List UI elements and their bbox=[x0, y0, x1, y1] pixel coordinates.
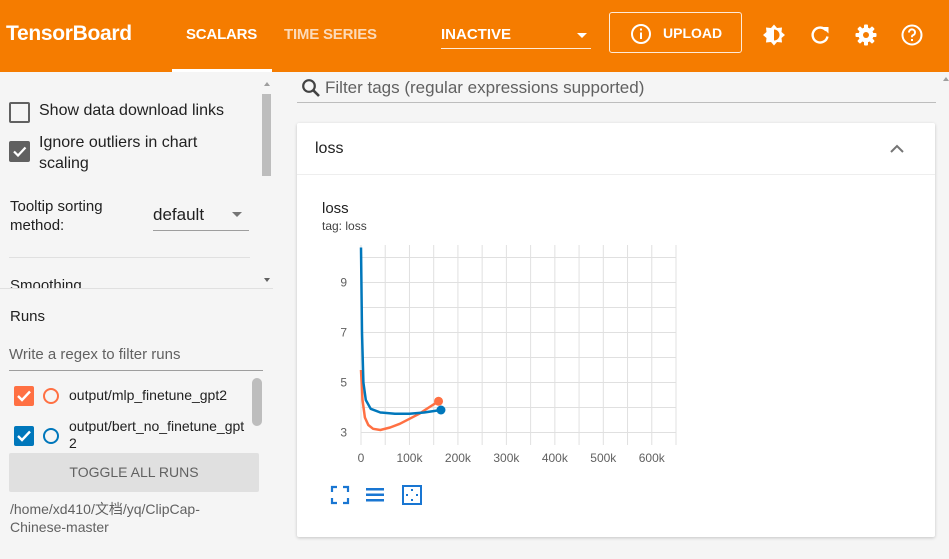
x-tick-label: 100k bbox=[396, 451, 423, 465]
x-tick-label: 300k bbox=[493, 451, 520, 465]
log-directory-path: /home/xd410/文档/yq/ClipCap-Chinese-master bbox=[10, 501, 200, 535]
series-endpoint-2 bbox=[436, 405, 446, 415]
ignore-outliers-label: Ignore outliers in chart scaling bbox=[39, 134, 198, 172]
run-item[interactable]: output/bert_no_finetune_gpt2 bbox=[14, 418, 247, 452]
chevron-down-icon bbox=[577, 33, 587, 38]
run-label: output/mlp_finetune_gpt2 bbox=[69, 387, 228, 403]
smoothing-label: Smoothing bbox=[10, 277, 82, 288]
series-line-1 bbox=[359, 369, 440, 432]
divider bbox=[9, 257, 250, 258]
run-color-swatch[interactable] bbox=[43, 388, 59, 404]
y-tick-label: 3 bbox=[340, 426, 347, 440]
tag-filter[interactable] bbox=[297, 72, 936, 103]
check-icon bbox=[17, 390, 31, 402]
series-line-2 bbox=[359, 247, 442, 416]
show-download-links-checkbox[interactable] bbox=[9, 102, 30, 123]
tab-time-series[interactable]: TIME SERIES bbox=[284, 26, 377, 43]
runs-filter-input[interactable] bbox=[9, 344, 263, 363]
reload-icon[interactable] bbox=[808, 23, 832, 47]
tab-scalars[interactable]: SCALARS bbox=[186, 26, 257, 43]
help-icon[interactable] bbox=[900, 23, 924, 47]
run-color-swatch[interactable] bbox=[43, 428, 59, 444]
fullscreen-icon[interactable] bbox=[329, 484, 351, 506]
show-download-links-label: Show data download links bbox=[39, 102, 225, 119]
settings-icon[interactable] bbox=[854, 23, 878, 47]
tag-filter-input[interactable] bbox=[325, 78, 925, 98]
run-label: output/bert_no_finetune_gpt2 bbox=[69, 418, 245, 451]
scroll-up-arrow[interactable] bbox=[264, 82, 270, 86]
search-icon bbox=[302, 79, 320, 97]
run-checkbox[interactable] bbox=[14, 386, 34, 406]
inactive-plugins-value: INACTIVE bbox=[441, 26, 512, 43]
y-tick-label: 7 bbox=[340, 326, 347, 340]
tag-group-card: loss loss tag: loss 0 100k 200k 300k 400k 500… bbox=[297, 123, 935, 537]
tag-group-header[interactable]: loss bbox=[297, 123, 935, 175]
x-tick-label: 600k bbox=[639, 451, 666, 465]
theme-toggle-icon[interactable] bbox=[762, 23, 786, 47]
divider bbox=[0, 288, 273, 289]
x-tick-label: 400k bbox=[542, 451, 569, 465]
upload-label: UPLOAD bbox=[663, 25, 723, 41]
app-brand: TensorBoard bbox=[6, 22, 132, 45]
series-endpoint-1 bbox=[434, 396, 444, 406]
inactive-plugins-dropdown[interactable]: INACTIVE bbox=[441, 18, 591, 49]
runs-scrollbar-thumb[interactable] bbox=[252, 378, 262, 426]
settings-scrollbar-thumb[interactable] bbox=[262, 94, 271, 176]
run-item[interactable]: output/mlp_finetune_gpt2 bbox=[14, 386, 249, 406]
x-tick-label: 500k bbox=[590, 451, 617, 465]
runs-filter[interactable] bbox=[9, 344, 263, 371]
main-content: loss loss tag: loss 0 100k 200k 300k 400k 500… bbox=[273, 72, 949, 559]
chevron-up-icon[interactable] bbox=[889, 143, 905, 155]
x-tick-label: 0 bbox=[358, 451, 365, 465]
info-icon bbox=[631, 24, 651, 44]
check-icon bbox=[13, 146, 27, 158]
chevron-down-icon bbox=[232, 212, 242, 217]
scroll-up-arrow[interactable] bbox=[943, 76, 949, 82]
tooltip-sorting-dropdown[interactable]: default bbox=[153, 202, 249, 231]
run-checkbox[interactable] bbox=[14, 426, 34, 446]
chart-tag: tag: loss bbox=[322, 219, 367, 233]
tooltip-sorting-value: default bbox=[153, 205, 205, 224]
sidebar: Show data download links Ignore outliers… bbox=[0, 72, 273, 559]
upload-button[interactable]: UPLOAD bbox=[609, 12, 742, 53]
settings-pane: Show data download links Ignore outliers… bbox=[0, 72, 273, 288]
top-toolbar: TensorBoard SCALARS TIME SERIES INACTIVE… bbox=[0, 0, 949, 72]
y-tick-label: 9 bbox=[340, 276, 347, 290]
check-icon bbox=[17, 430, 31, 442]
ignore-outliers-option[interactable]: Ignore outliers in chart scaling bbox=[9, 132, 229, 174]
tag-group-title: loss bbox=[315, 140, 344, 157]
y-tick-label: 5 bbox=[340, 376, 347, 390]
runs-title: Runs bbox=[10, 308, 46, 325]
toggle-all-runs-button[interactable]: TOGGLE ALL RUNS bbox=[9, 453, 259, 492]
tooltip-sorting-label: Tooltip sorting method: bbox=[10, 198, 103, 234]
scroll-down-arrow[interactable] bbox=[264, 278, 270, 282]
x-tick-label: 200k bbox=[445, 451, 472, 465]
chart-title: loss bbox=[322, 200, 349, 217]
toggle-y-log-scale-icon[interactable] bbox=[364, 484, 386, 506]
fit-domain-icon[interactable] bbox=[401, 484, 423, 506]
loss-chart[interactable]: 0 100k 200k 300k 400k 500k 600k 3 5 7 9 bbox=[321, 235, 721, 485]
show-download-links-option[interactable]: Show data download links bbox=[9, 100, 224, 123]
ignore-outliers-checkbox[interactable] bbox=[9, 141, 30, 162]
